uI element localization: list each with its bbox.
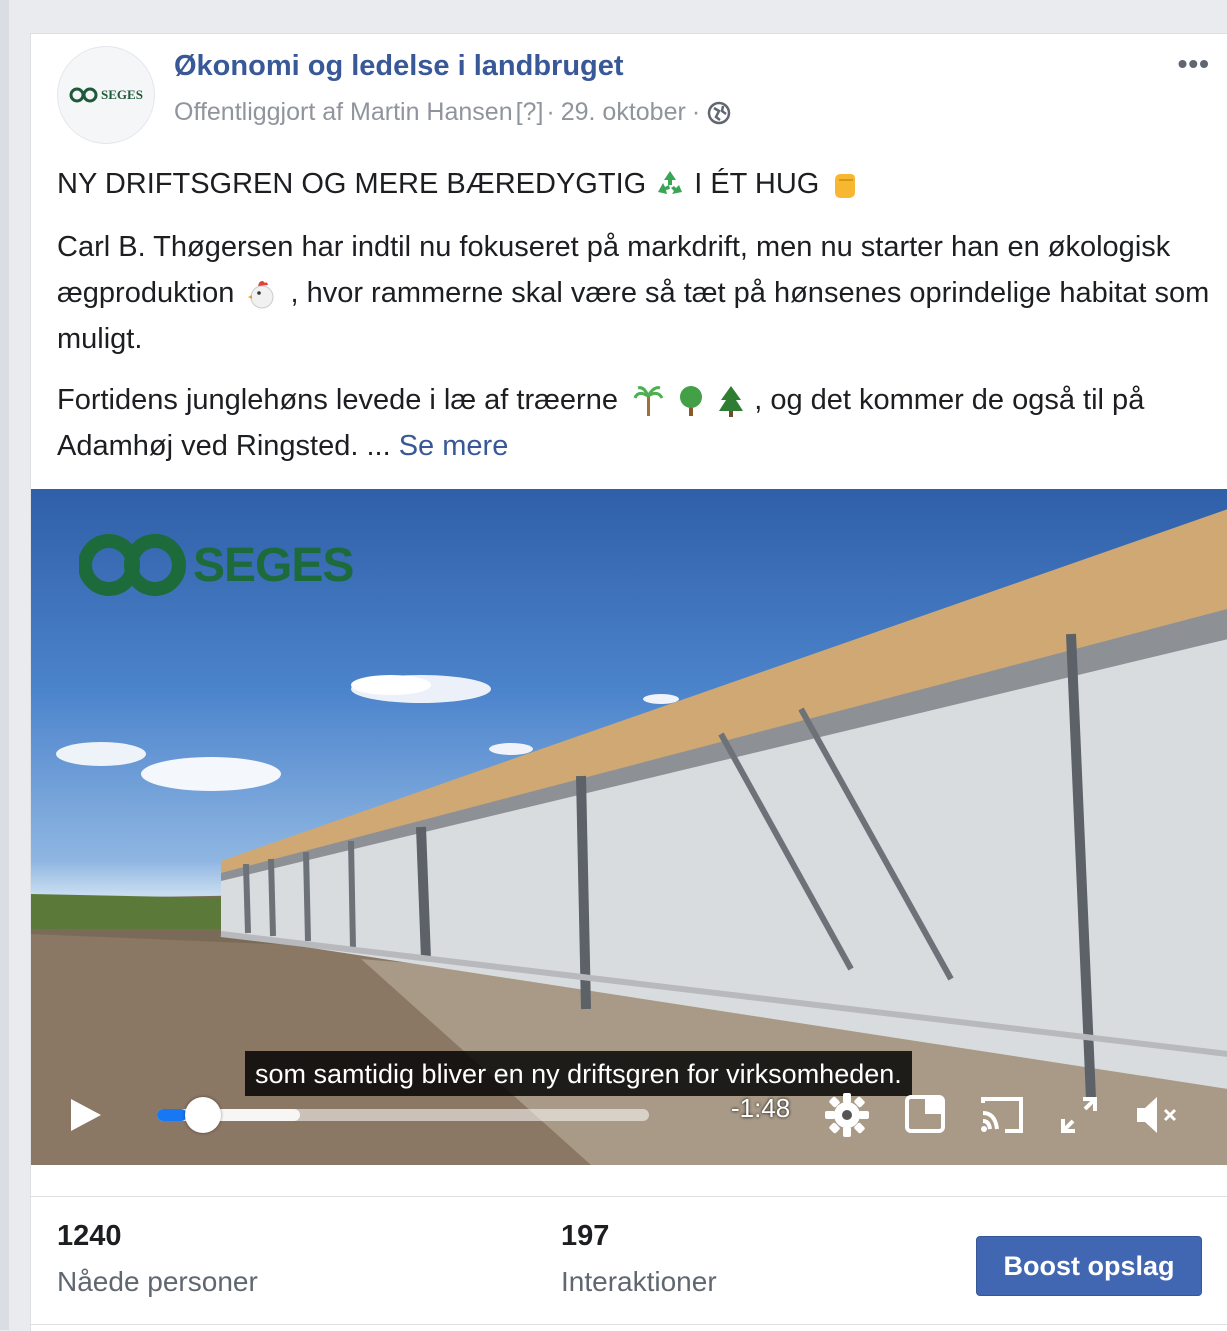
page-avatar[interactable]: SEGES [57, 46, 155, 144]
video-played-bar [157, 1109, 187, 1121]
interactions-value: 197 [561, 1220, 610, 1252]
play-icon[interactable] [65, 1095, 105, 1135]
headline-text-2: I ÉT HUG [694, 167, 820, 200]
globe-icon[interactable] [706, 100, 732, 126]
fist-emoji-icon [835, 174, 856, 198]
reach-label: Nåede personer [57, 1266, 258, 1297]
boost-post-button[interactable]: Boost opslag [976, 1236, 1202, 1296]
separator: · [691, 98, 701, 126]
more-options-button[interactable]: ••• [1178, 48, 1210, 80]
help-marker[interactable]: [?] [516, 98, 544, 127]
deciduous-tree-emoji-icon [680, 386, 703, 417]
page-name-link[interactable]: Økonomi og ledelse i landbruget [174, 50, 624, 83]
card-bottom-border [31, 1324, 1227, 1325]
post-meta: Offentliggjort af Martin Hansen [?] · 29… [174, 98, 732, 127]
palm-tree-emoji-icon [633, 386, 664, 417]
post-paragraph-2: Fortidens junglehøns levede i læ af træe… [57, 377, 1217, 469]
footer-divider [31, 1196, 1227, 1197]
video-logo-text: SEGES [193, 538, 354, 592]
page-left-border [0, 0, 9, 1330]
seges-logo-icon [79, 534, 186, 596]
video-player[interactable]: SEGES som samtidig bliver en ny driftsgr… [31, 489, 1227, 1165]
video-seges-logo: SEGES [79, 533, 354, 597]
avatar-logo-text: SEGES [101, 87, 143, 102]
interactions-label: Interaktioner [561, 1266, 717, 1297]
video-progress-bar[interactable] [157, 1097, 649, 1133]
post-date[interactable]: 29. oktober [561, 98, 686, 127]
post-headline: NY DRIFTSGREN OG MERE BÆREDYGTIG I ÉT HU… [57, 166, 861, 202]
headline-text-1: NY DRIFTSGREN OG MERE BÆREDYGTIG [57, 167, 647, 200]
picture-in-picture-icon[interactable] [899, 1089, 951, 1141]
cast-icon[interactable] [975, 1089, 1027, 1141]
seges-logo-icon [69, 87, 98, 103]
post-card: SEGES Økonomi og ledelse i landbruget Of… [30, 33, 1227, 1331]
progress-scrubber-handle[interactable] [184, 1097, 221, 1133]
recycle-emoji-icon [658, 171, 683, 194]
video-controls: -1:48 [31, 1079, 1227, 1149]
separator: · [546, 98, 555, 126]
paragraph-2-text-a: Fortidens junglehøns levede i læ af træe… [57, 384, 618, 416]
post-paragraph-1: Carl B. Thøgersen har indtil nu fokusere… [57, 224, 1217, 362]
published-by[interactable]: Offentliggjort af Martin Hansen [174, 98, 513, 127]
settings-gear-icon[interactable] [821, 1089, 873, 1141]
evergreen-tree-emoji-icon [719, 386, 744, 418]
fullscreen-icon[interactable] [1053, 1089, 1105, 1141]
muted-volume-icon[interactable] [1131, 1089, 1183, 1141]
chicken-emoji-icon [248, 281, 274, 309]
reach-value: 1240 [57, 1220, 122, 1252]
see-more-link[interactable]: Se mere [399, 430, 509, 462]
time-remaining: -1:48 [731, 1093, 791, 1123]
